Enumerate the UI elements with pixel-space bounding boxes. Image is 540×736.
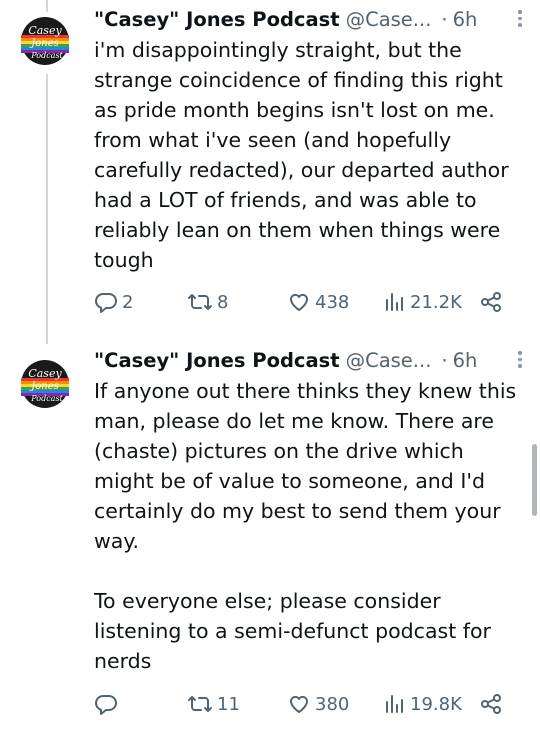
tweet-header: "Casey" Jones Podcast @Case... · 6h [94, 4, 530, 34]
avatar-logo-text: Jones [29, 381, 59, 392]
repost-count: 8 [217, 291, 229, 313]
timestamp[interactable]: 6h [453, 349, 478, 372]
author-handle[interactable]: @Case... [346, 349, 432, 372]
timestamp[interactable]: 6h [453, 8, 478, 31]
like-icon [290, 293, 308, 311]
separator-dot: · [441, 7, 448, 31]
like-button[interactable]: 380 [287, 689, 349, 719]
views-count: 21.2K [410, 291, 462, 313]
reply-button[interactable] [94, 689, 122, 719]
like-count: 438 [315, 291, 350, 313]
avatar-logo-text: Casey [28, 367, 62, 380]
views-icon [386, 695, 403, 713]
reply-icon [95, 293, 117, 313]
share-icon [481, 292, 501, 312]
like-icon [290, 695, 308, 713]
share-icon [481, 694, 501, 714]
avatar-logo-text: Podcast [30, 51, 63, 60]
repost-button[interactable]: 8 [187, 287, 228, 317]
tweet-header: "Casey" Jones Podcast @Case... · 6h [94, 345, 530, 375]
avatar-logo-text: Casey [28, 24, 62, 37]
views-icon [386, 293, 403, 311]
share-button[interactable] [479, 287, 503, 317]
avatar-logo-text: Podcast [30, 394, 63, 403]
repost-icon [188, 294, 212, 310]
tweet-text: If anyone out there thinks they knew thi… [94, 379, 517, 673]
tweet[interactable]: Casey Jones Podcast "Casey" Jones Podcas… [0, 0, 540, 340]
tweet-text: i'm disappointingly straight, but the st… [94, 38, 509, 272]
share-button[interactable] [479, 689, 503, 719]
avatar-logo-text: Jones [29, 38, 59, 49]
views-button[interactable]: 21.2K [384, 287, 462, 317]
repost-button[interactable]: 11 [187, 689, 240, 719]
reply-button[interactable]: 2 [94, 287, 133, 317]
scrollbar-thumb[interactable] [532, 444, 537, 516]
more-icon[interactable] [510, 348, 530, 372]
separator-dot: · [441, 348, 448, 372]
action-bar: 2 8 438 21.2K [94, 287, 530, 317]
action-bar: 11 380 19.8K [94, 689, 530, 719]
reply-icon [95, 695, 117, 715]
repost-count: 11 [217, 693, 240, 715]
tweet[interactable]: Casey Jones Podcast "Casey" Jones Podcas… [0, 344, 540, 736]
repost-icon [188, 696, 212, 712]
reply-count: 2 [122, 291, 134, 313]
author-handle[interactable]: @Case... [346, 8, 432, 31]
author-name[interactable]: "Casey" Jones Podcast [94, 8, 340, 31]
avatar[interactable]: Casey Jones Podcast [17, 13, 73, 69]
avatar[interactable]: Casey Jones Podcast [17, 356, 73, 412]
like-count: 380 [315, 693, 350, 715]
author-name[interactable]: "Casey" Jones Podcast [94, 349, 340, 372]
views-count: 19.8K [410, 693, 462, 715]
views-button[interactable]: 19.8K [384, 689, 462, 719]
like-button[interactable]: 438 [287, 287, 349, 317]
more-icon[interactable] [510, 7, 530, 31]
